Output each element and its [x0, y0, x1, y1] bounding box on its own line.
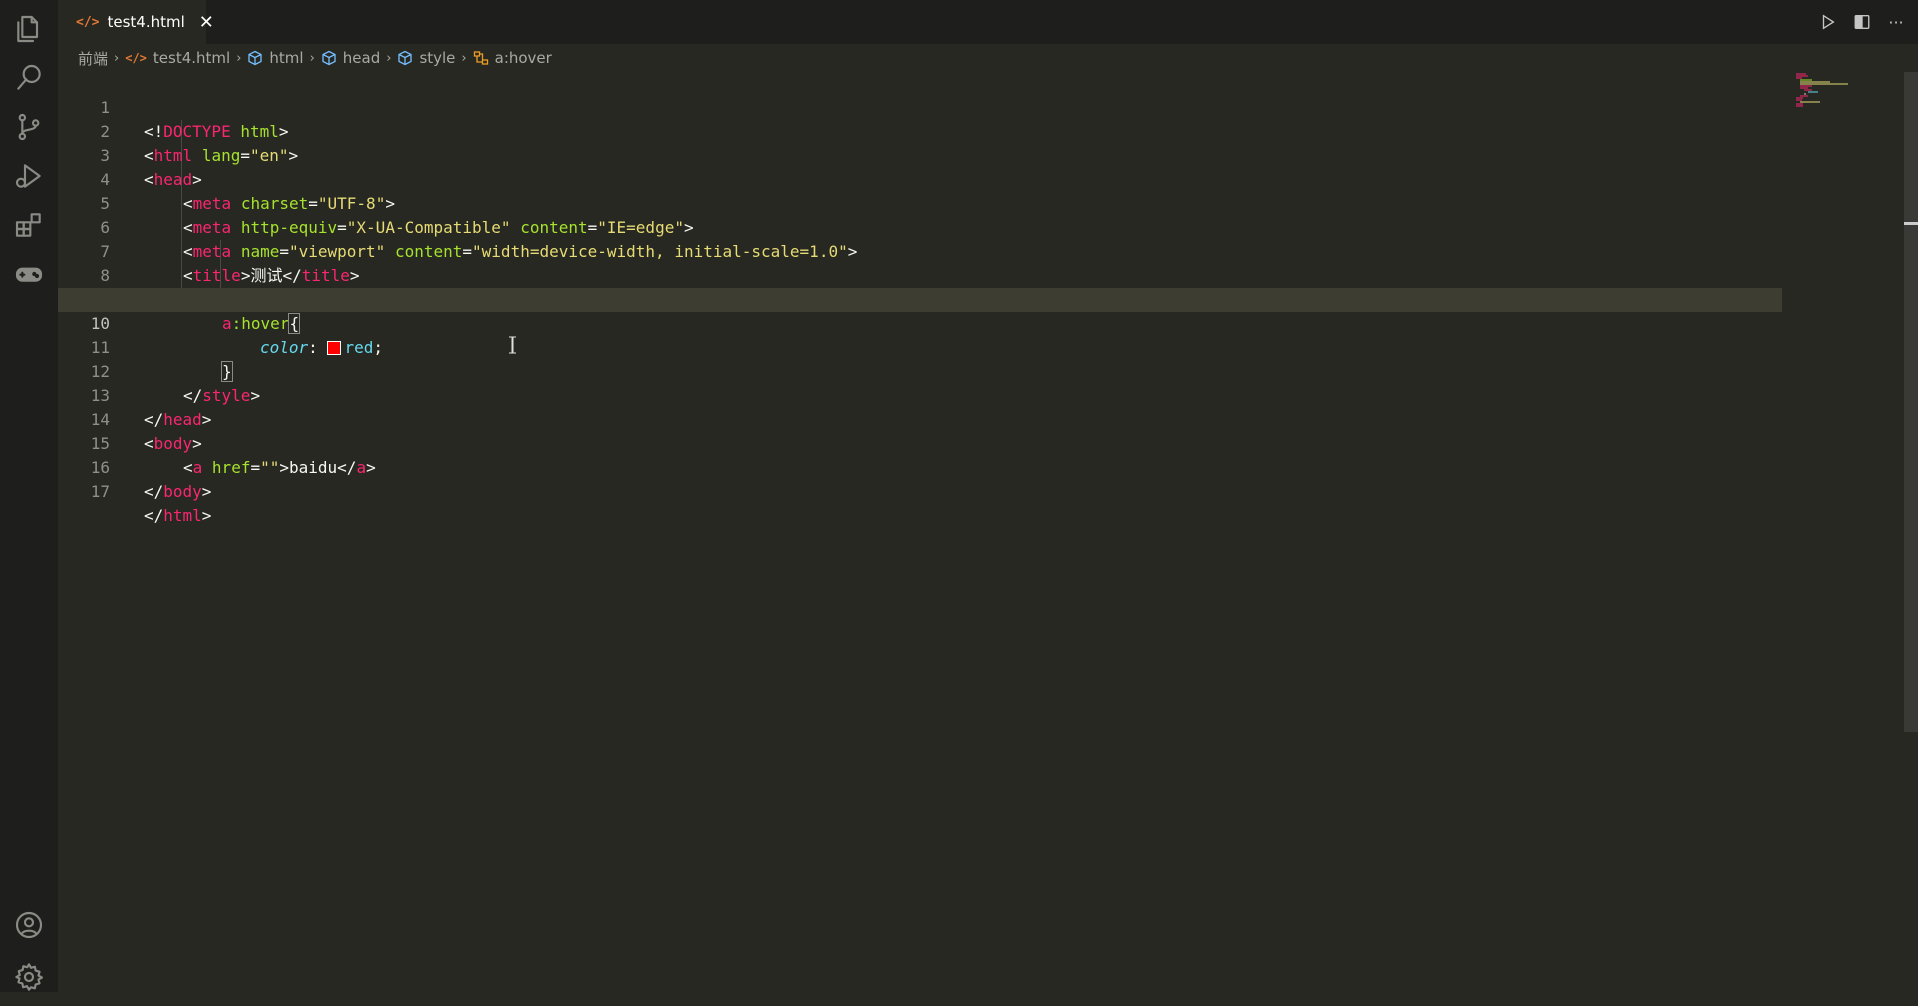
code-line: 6 <meta name="viewport" content="width=d… — [58, 192, 1782, 261]
breadcrumb-label: style — [419, 49, 456, 67]
vertical-scrollbar[interactable] — [1904, 72, 1918, 732]
code-line: 1 <!DOCTYPE html> — [58, 72, 1782, 141]
line-content: </body> — [144, 482, 212, 501]
code-line: 7 <title>测试</title> — [58, 216, 1782, 285]
html-file-icon: </> — [125, 51, 147, 65]
code-line: 8 <style> — [58, 240, 1782, 309]
html-file-icon: </> — [76, 14, 100, 30]
breadcrumb-label: html — [269, 49, 304, 67]
chevron-right-icon: › — [386, 50, 392, 66]
code-line: 17 </html> — [58, 456, 1782, 525]
line-content: </html> — [144, 506, 212, 525]
chevron-right-icon: › — [309, 50, 315, 66]
play-icon — [1822, 14, 1835, 30]
breadcrumb-folder[interactable]: 前端 — [78, 48, 108, 69]
remote-explorer-button[interactable] — [0, 245, 58, 303]
breadcrumb-style[interactable]: style — [397, 49, 455, 67]
files-icon — [17, 15, 39, 43]
minimap[interactable] — [1794, 72, 1904, 112]
code-line: 12 </style> — [58, 336, 1782, 405]
extensions-icon — [15, 213, 41, 237]
breadcrumb-head[interactable]: head — [321, 49, 380, 67]
close-icon[interactable]: ✕ — [199, 12, 214, 33]
cube-icon — [397, 50, 413, 66]
chevron-right-icon: › — [114, 50, 120, 66]
accounts-button[interactable] — [0, 896, 58, 954]
tab-test4-html[interactable]: </> test4.html ✕ — [58, 0, 214, 44]
editor-actions: ··· — [1818, 0, 1906, 44]
more-actions-button[interactable]: ··· — [1886, 12, 1906, 32]
text-cursor-icon — [509, 336, 516, 354]
tab-bar: </> test4.html ✕ ··· — [58, 0, 1918, 44]
account-icon — [15, 911, 43, 939]
breadcrumb-label: test4.html — [152, 49, 231, 67]
gear-icon — [15, 963, 43, 991]
breadcrumb-label: a:hover — [494, 49, 552, 67]
line-number: 17 — [90, 482, 110, 501]
search-icon — [17, 64, 41, 90]
chevron-right-icon: › — [236, 50, 242, 66]
breadcrumb-label: head — [342, 49, 381, 67]
chevron-right-icon: › — [461, 50, 467, 66]
tab-label: test4.html — [107, 13, 185, 31]
breadcrumb-selector[interactable]: a:hover — [473, 49, 552, 67]
code-line: 13 </head> — [58, 360, 1782, 429]
code-line: 16 </body> — [58, 432, 1782, 501]
split-editor-button[interactable] — [1852, 12, 1872, 32]
code-line: 2 <html lang="en"> — [58, 96, 1782, 165]
code-line: 15 <a href="">baidu</a> — [58, 408, 1782, 477]
split-editor-icon — [1854, 15, 1870, 29]
code-line-current: 10 color: red; — [58, 288, 1782, 357]
breadcrumb-file[interactable]: </> test4.html — [125, 49, 230, 67]
run-debug-icon — [15, 164, 41, 188]
code-editor[interactable]: 1 <!DOCTYPE html> 2 <html lang="en"> 3 <… — [58, 72, 1918, 992]
code-line: 11 } — [58, 312, 1782, 382]
cube-icon — [321, 50, 337, 66]
gamepad-icon — [15, 267, 43, 282]
breadcrumb-label: 前端 — [78, 49, 109, 68]
activity-bar — [0, 0, 58, 992]
code-line: 14 <body> — [58, 384, 1782, 453]
code-line: 3 <head> — [58, 120, 1782, 189]
code-line: 4 <meta charset="UTF-8"> — [58, 144, 1782, 213]
source-control-icon — [18, 113, 40, 141]
selector-icon — [473, 50, 489, 66]
breadcrumb: 前端 › </> test4.html › html › head › style… — [78, 46, 552, 70]
manage-button[interactable] — [0, 948, 58, 1006]
cube-icon — [247, 50, 263, 66]
code-line: 5 <meta http-equiv="X-UA-Compatible" con… — [58, 168, 1782, 237]
breadcrumb-html[interactable]: html — [247, 49, 304, 67]
scrollbar-cursor-marker — [1904, 222, 1918, 225]
run-button[interactable] — [1818, 12, 1838, 32]
code-line: 9 a:hover{ — [58, 264, 1782, 334]
